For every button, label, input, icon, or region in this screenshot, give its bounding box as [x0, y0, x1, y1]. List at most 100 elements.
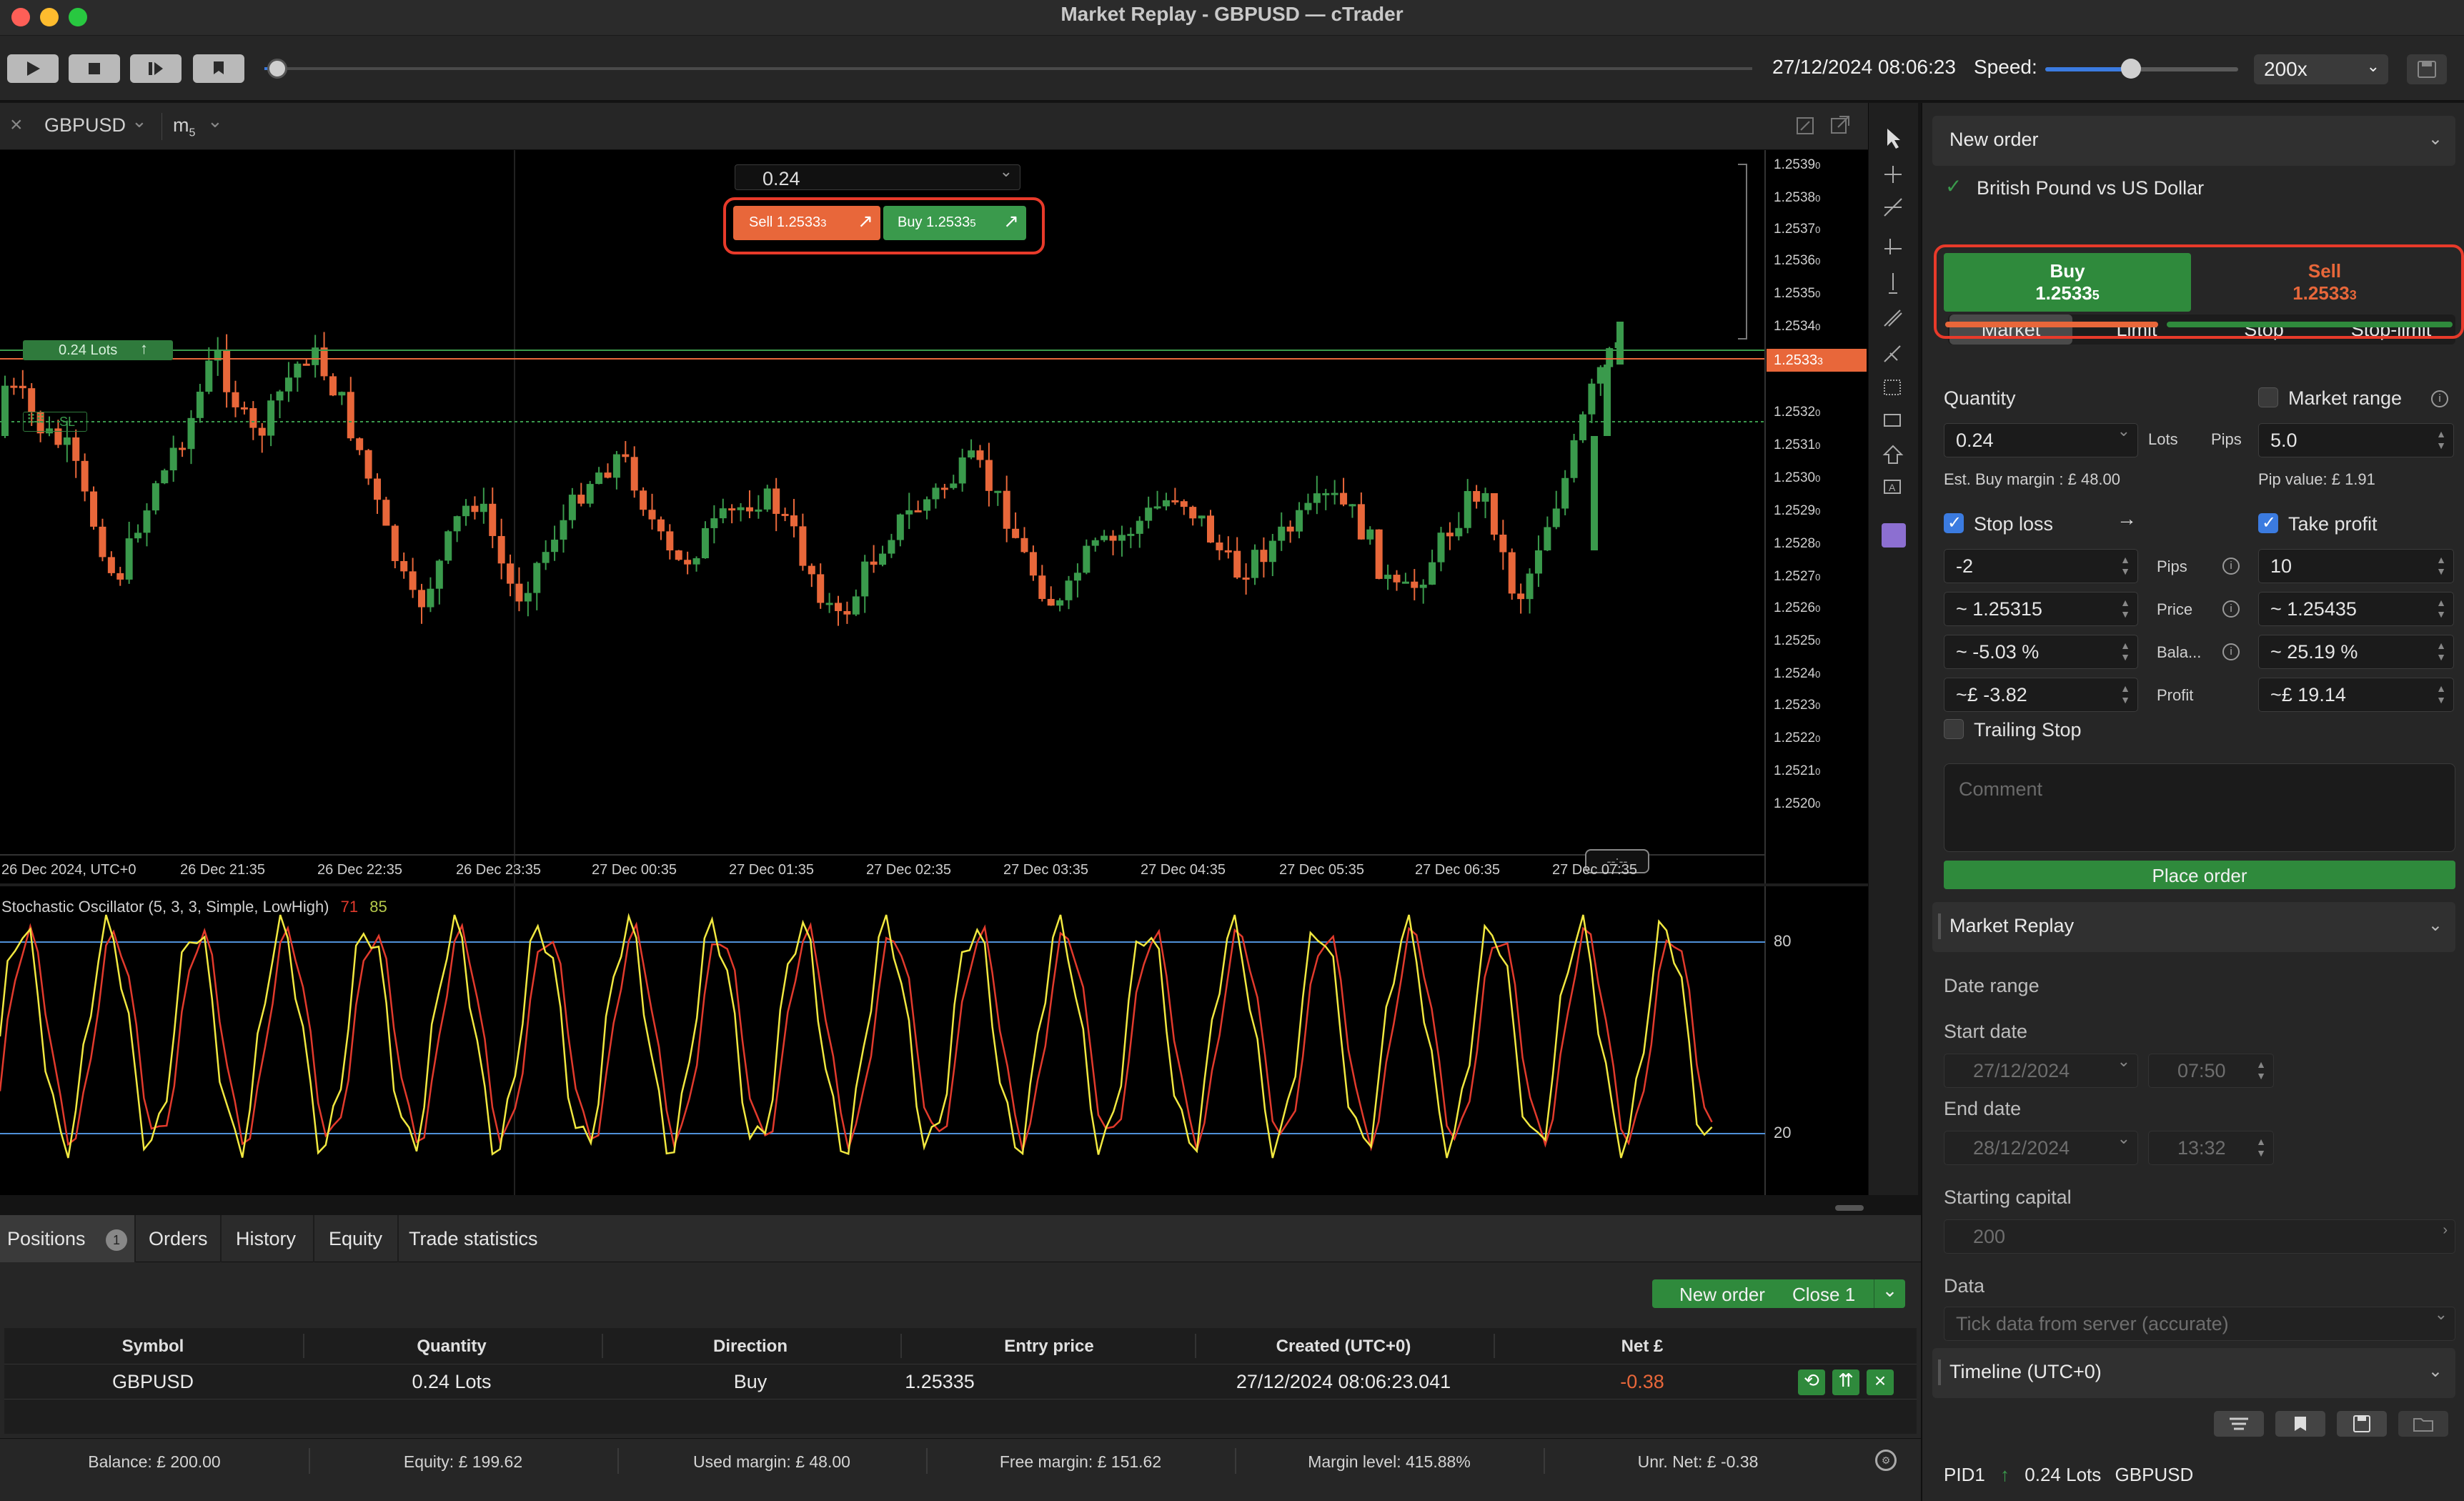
- trailing-stop-checkbox[interactable]: [1944, 719, 1964, 739]
- chevron-down-icon[interactable]: ⌄: [2435, 1307, 2448, 1322]
- take-profit-value: ~ 25.19 %: [2270, 641, 2358, 663]
- tab-history[interactable]: History: [236, 1215, 296, 1262]
- close-position-button[interactable]: ×: [1867, 1369, 1894, 1395]
- play-button[interactable]: [7, 54, 59, 83]
- sell-button[interactable]: Sell 1.25333: [2194, 253, 2455, 312]
- take-profit-input-2[interactable]: ~ 25.19 % ▲ ▼: [2258, 635, 2454, 669]
- chevron-down-icon[interactable]: ⌄: [2117, 423, 2130, 439]
- quick-sell-button[interactable]: Sell 1.25333 ↗: [733, 206, 880, 240]
- stepper-icon[interactable]: ▲ ▼: [2436, 428, 2446, 451]
- column-header[interactable]: Entry price: [900, 1337, 1198, 1357]
- step-forward-button[interactable]: [130, 54, 182, 83]
- buy-button[interactable]: Buy 1.25335: [1944, 253, 2191, 312]
- detach-chart-icon[interactable]: [1795, 116, 1817, 137]
- quick-volume-select[interactable]: 0.24 ⌄: [735, 162, 1020, 190]
- stepper-icon[interactable]: ▲ ▼: [2120, 683, 2130, 705]
- info-icon[interactable]: i: [2431, 390, 2448, 407]
- pane-resize-handle[interactable]: [1835, 1205, 1864, 1211]
- info-icon[interactable]: i: [2222, 643, 2240, 660]
- column-header[interactable]: Net £: [1494, 1337, 1791, 1357]
- end-time-input[interactable]: 13:32 ▲ ▼: [2148, 1131, 2274, 1165]
- stepper-icon[interactable]: ▲ ▼: [2120, 640, 2130, 663]
- timeline-folder-button[interactable]: [2398, 1411, 2448, 1437]
- stop-loss-input-3[interactable]: ~£ -3.82 ▲ ▼: [1944, 678, 2138, 712]
- stepper-icon[interactable]: ▲ ▼: [2120, 597, 2130, 620]
- open-external-icon[interactable]: [1829, 114, 1851, 136]
- place-order-button[interactable]: Place order: [1944, 861, 2455, 889]
- timeline-header[interactable]: Timeline (UTC+0) ⌄: [1932, 1348, 2455, 1398]
- time-tick-label: 26 Dec 21:35: [180, 862, 265, 878]
- timeline-bookmark-button[interactable]: [2275, 1411, 2325, 1437]
- start-date-input[interactable]: 27/12/2024 ⌄: [1944, 1054, 2138, 1088]
- stepper-icon[interactable]: ▲ ▼: [2120, 554, 2130, 577]
- data-source-select[interactable]: Tick data from server (accurate) ⌄: [1944, 1307, 2455, 1341]
- arrow-right-icon[interactable]: →: [2117, 507, 2137, 530]
- stepper-icon[interactable]: ▲ ▼: [2436, 640, 2446, 663]
- close-positions-button[interactable]: Close 1 ⌄: [1782, 1279, 1905, 1308]
- close-chart-icon[interactable]: ×: [10, 113, 23, 137]
- timeline-item[interactable]: PID1 ↑ 0.24 Lots GBPUSD: [1944, 1464, 2193, 1486]
- stop-button[interactable]: [69, 54, 120, 83]
- marker-button[interactable]: [193, 54, 244, 83]
- tab-trade-statistics[interactable]: Trade statistics: [409, 1215, 538, 1262]
- stop-loss-checkbox[interactable]: [1944, 512, 1964, 533]
- stop-loss-input-0[interactable]: -2 ▲ ▼: [1944, 549, 2138, 583]
- replay-scrubber-track[interactable]: [280, 67, 1752, 70]
- timeframe-selector[interactable]: m5: [173, 114, 195, 139]
- stepper-icon[interactable]: ▲ ▼: [2436, 597, 2446, 620]
- new-order-button[interactable]: New order: [1652, 1279, 1792, 1308]
- take-profit-input-0[interactable]: 10 ▲ ▼: [2258, 549, 2454, 583]
- column-header[interactable]: Symbol: [4, 1337, 302, 1357]
- take-profit-checkbox[interactable]: [2258, 512, 2278, 533]
- speed-select[interactable]: 200x ⌄: [2254, 54, 2388, 84]
- column-header[interactable]: Direction: [602, 1337, 899, 1357]
- info-icon[interactable]: i: [2222, 600, 2240, 618]
- stepper-icon[interactable]: ▲ ▼: [2256, 1136, 2266, 1159]
- market-range-checkbox[interactable]: [2258, 387, 2278, 407]
- save-button[interactable]: [2407, 54, 2447, 84]
- double-up-button[interactable]: ⇈: [1832, 1369, 1859, 1395]
- take-profit-input-3[interactable]: ~£ 19.14 ▲ ▼: [2258, 678, 2454, 712]
- price-chart[interactable]: [0, 150, 1868, 886]
- settings-icon[interactable]: ⚙: [1875, 1450, 1897, 1471]
- end-date-input[interactable]: 28/12/2024 ⌄: [1944, 1131, 2138, 1165]
- speed-slider-handle[interactable]: [2121, 59, 2141, 79]
- chart-area[interactable]: 0.24 ⌄ Sell 1.25333 ↗ Buy 1.25335 ↗ 0.24…: [0, 150, 1868, 886]
- indicator-pane[interactable]: Stochastic Oscillator (5, 3, 3, Simple, …: [0, 886, 1868, 1211]
- stepper-icon[interactable]: ▲ ▼: [2436, 554, 2446, 577]
- tab-positions[interactable]: Positions 1: [0, 1215, 136, 1262]
- timeline-save-button[interactable]: [2337, 1411, 2387, 1437]
- tab-orders[interactable]: Orders: [149, 1215, 208, 1262]
- new-order-title: New order: [1949, 129, 2039, 150]
- stop-loss-marker[interactable]: ⠿⠿ SL: [23, 412, 87, 432]
- timeline-filter-button[interactable]: [2214, 1411, 2264, 1437]
- quick-buy-label: Buy 1.2533: [898, 214, 970, 230]
- stop-loss-input-1[interactable]: ~ 1.25315 ▲ ▼: [1944, 592, 2138, 626]
- positions-count-badge: 1: [106, 1229, 127, 1251]
- chevron-down-icon[interactable]: ⌄: [2117, 1131, 2130, 1146]
- new-order-header[interactable]: New order ⌄: [1932, 116, 2455, 166]
- chart-symbol-selector[interactable]: GBPUSD: [44, 114, 126, 137]
- column-header[interactable]: Created (UTC+0): [1195, 1337, 1492, 1357]
- quantity-input[interactable]: 0.24 ⌄: [1944, 423, 2138, 457]
- market-range-input[interactable]: 5.0 ▲ ▼: [2258, 423, 2454, 457]
- position-marker[interactable]: 0.24 Lots ↑: [23, 340, 173, 360]
- market-replay-header[interactable]: Market Replay ⌄: [1932, 902, 2455, 952]
- take-profit-input-1[interactable]: ~ 1.25435 ▲ ▼: [2258, 592, 2454, 626]
- column-header[interactable]: Quantity: [303, 1337, 600, 1357]
- modify-position-button[interactable]: ⟲: [1798, 1369, 1825, 1395]
- chevron-down-icon[interactable]: ⌄: [1874, 1279, 1905, 1308]
- stepper-icon[interactable]: ▲ ▼: [2256, 1059, 2266, 1081]
- start-time-input[interactable]: 07:50 ▲ ▼: [2148, 1054, 2274, 1088]
- tab-equity[interactable]: Equity: [329, 1215, 382, 1262]
- comment-textarea[interactable]: Comment: [1944, 763, 2455, 852]
- current-price-value: 1.2533: [1774, 352, 1818, 368]
- chevron-right-icon[interactable]: ›: [2443, 1223, 2448, 1237]
- info-icon[interactable]: i: [2222, 558, 2240, 575]
- quick-buy-button[interactable]: Buy 1.25335 ↗: [883, 206, 1026, 240]
- replay-scrubber-handle[interactable]: [267, 59, 287, 79]
- stepper-icon[interactable]: ▲ ▼: [2436, 683, 2446, 705]
- chevron-down-icon[interactable]: ⌄: [2117, 1054, 2130, 1069]
- stop-loss-input-2[interactable]: ~ -5.03 % ▲ ▼: [1944, 635, 2138, 669]
- starting-capital-input[interactable]: 200 ›: [1944, 1219, 2455, 1254]
